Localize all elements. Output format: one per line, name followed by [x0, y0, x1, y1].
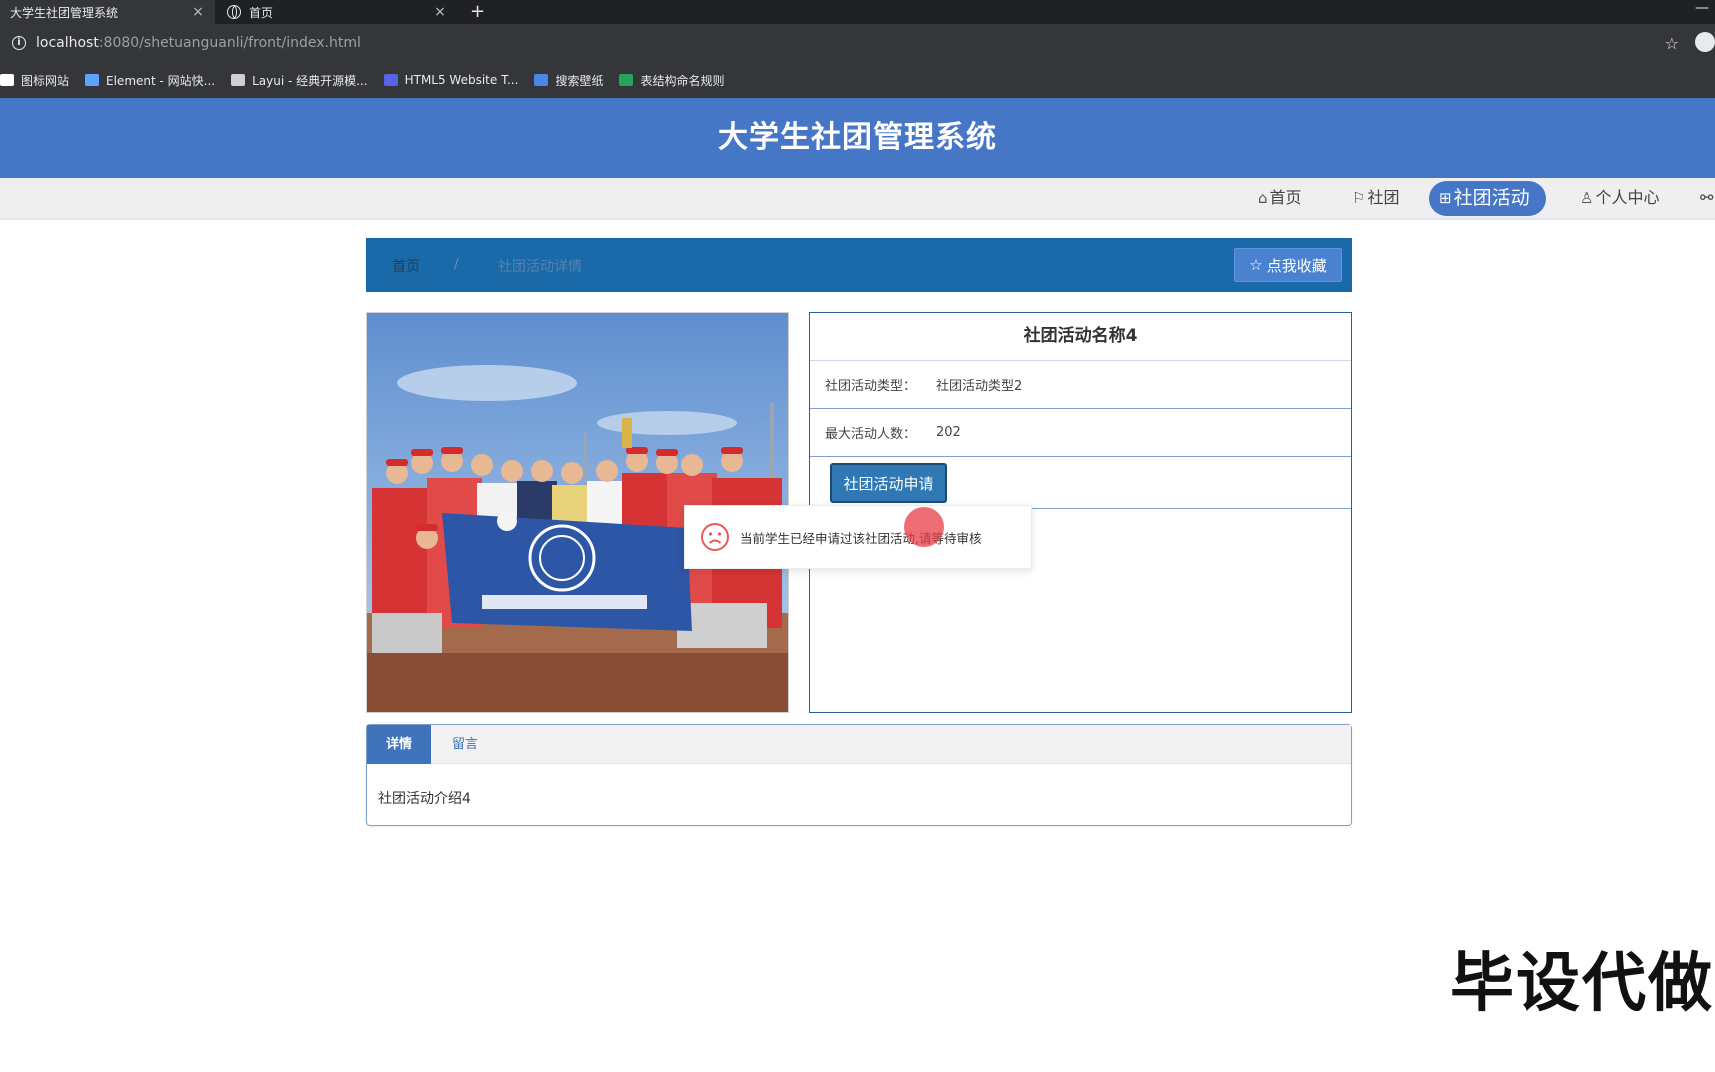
- element-icon: [85, 74, 100, 86]
- bookmark-item[interactable]: Layui - 经典开源模...: [231, 72, 368, 89]
- main-nav: ⌂ 首页 ⚐ 社团 ⊞ 社团活动 ♙ 个人中心 ⚯: [0, 178, 1715, 220]
- favorite-button[interactable]: ☆ 点我收藏: [1234, 248, 1342, 282]
- html5-icon: [383, 74, 398, 86]
- toast-message: 当前学生已经申请过该社团活动,请等待审核: [740, 530, 982, 546]
- detail-tabs: 详情 留言 社团活动介绍4: [366, 724, 1352, 826]
- error-toast: 当前学生已经申请过该社团活动,请等待审核: [684, 505, 1032, 569]
- browser-tab-title: 首页: [249, 5, 274, 20]
- nav-activity[interactable]: ⊞ 社团活动: [1429, 181, 1546, 216]
- apps-icon: ⊞: [1439, 189, 1452, 207]
- breadcrumb-separator: /: [454, 256, 459, 272]
- nav-club[interactable]: ⚐ 社团: [1352, 178, 1399, 218]
- activity-type-label: 社团活动类型：: [825, 379, 917, 394]
- url-path: :8080/shetuanguanli/front/index.html: [98, 35, 361, 51]
- tab-comment[interactable]: 留言: [431, 725, 499, 764]
- close-icon[interactable]: ×: [433, 4, 447, 20]
- max-participants-row: 最大活动人数： 202: [810, 409, 1351, 457]
- max-participants-value: 202: [936, 425, 961, 440]
- activity-type-row: 社团活动类型： 社团活动类型2: [810, 361, 1351, 409]
- bookmark-star-icon[interactable]: ☆: [1665, 34, 1679, 53]
- browser-tab-bar: 大学生社团管理系统 × 首页 × + —: [0, 0, 1715, 24]
- home-icon: ⌂: [1258, 189, 1268, 207]
- activity-type-value: 社团活动类型2: [936, 379, 1023, 394]
- tabs-header: 详情 留言: [367, 725, 1351, 764]
- layui-icon: [231, 74, 246, 86]
- browser-tab-admin[interactable]: 大学生社团管理系统 ×: [0, 0, 215, 24]
- profile-avatar-icon[interactable]: [1695, 32, 1715, 52]
- breadcrumb-home[interactable]: 首页: [392, 256, 420, 276]
- max-participants-label: 最大活动人数：: [825, 427, 917, 442]
- wallpaper-icon: [534, 74, 549, 86]
- activity-name: 社团活动名称4: [810, 313, 1351, 361]
- nav-home[interactable]: ⌂ 首页: [1258, 178, 1302, 218]
- sheet-icon: [619, 74, 634, 86]
- bookmark-item[interactable]: Element - 网站快...: [85, 72, 215, 89]
- bookmark-item[interactable]: 图标网站: [0, 72, 69, 89]
- site-header: 大学生社团管理系统: [0, 98, 1715, 178]
- url-text[interactable]: localhost:8080/shetuanguanli/front/index…: [36, 35, 361, 51]
- star-icon: ☆: [1249, 256, 1263, 274]
- address-bar[interactable]: i localhost:8080/shetuanguanli/front/ind…: [0, 24, 1715, 62]
- apply-row: 社团活动申请: [810, 457, 1351, 509]
- url-host: localhost: [36, 35, 99, 51]
- flag-icon: [0, 74, 14, 86]
- apply-activity-button[interactable]: 社团活动申请: [830, 463, 947, 503]
- site-title: 大学生社团管理系统: [718, 120, 997, 155]
- globe-icon: [227, 5, 241, 19]
- watermark: 毕设代做: [1450, 947, 1714, 1021]
- activity-description: 社团活动介绍4: [378, 791, 471, 807]
- bookmark-item[interactable]: 表结构命名规则: [619, 72, 724, 89]
- browser-tab-title: 大学生社团管理系统: [10, 5, 119, 20]
- cursor-highlight: [904, 507, 944, 547]
- link-icon[interactable]: ⚯: [1700, 178, 1713, 218]
- tab-detail[interactable]: 详情: [367, 725, 431, 764]
- user-icon: ♙: [1580, 189, 1594, 207]
- sad-face-icon: [701, 523, 729, 551]
- nav-profile[interactable]: ♙ 个人中心: [1580, 178, 1659, 218]
- new-tab-button[interactable]: +: [470, 0, 485, 24]
- breadcrumb-current: 社团活动详情: [498, 259, 582, 275]
- bookmarks-bar: 图标网站 Element - 网站快... Layui - 经典开源模... H…: [0, 62, 1715, 98]
- bookmark-item[interactable]: 搜索壁纸: [534, 72, 603, 89]
- close-icon[interactable]: ×: [191, 4, 205, 20]
- info-icon[interactable]: i: [12, 36, 26, 50]
- browser-tab-home[interactable]: 首页 ×: [217, 0, 457, 24]
- breadcrumb: 首页 / 社团活动详情 ☆ 点我收藏: [366, 238, 1352, 292]
- minimize-icon[interactable]: —: [1695, 0, 1709, 16]
- bookmark-item[interactable]: HTML5 Website T...: [383, 73, 518, 87]
- flag-icon: ⚐: [1352, 189, 1366, 207]
